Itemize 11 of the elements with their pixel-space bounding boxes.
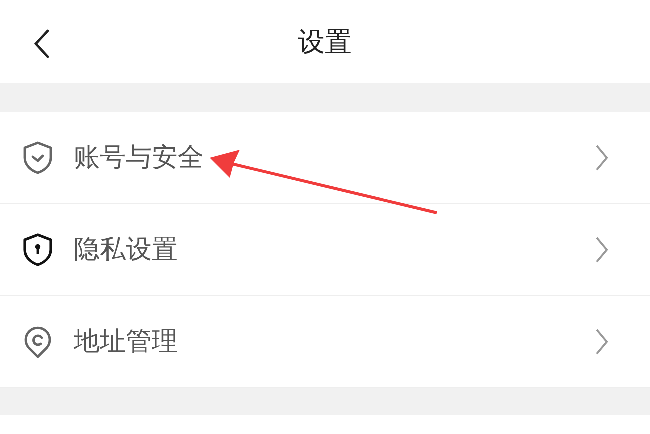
item-label: 地址管理 xyxy=(74,326,179,359)
chevron-right-icon xyxy=(594,234,610,264)
back-icon[interactable] xyxy=(32,28,52,60)
page-title: 设置 xyxy=(298,26,352,60)
shield-check-icon xyxy=(22,140,54,174)
chevron-right-icon xyxy=(594,326,610,356)
chevron-right-icon xyxy=(594,142,610,172)
item-label: 隐私设置 xyxy=(74,234,179,267)
location-pin-icon xyxy=(22,324,54,358)
shield-keyhole-icon xyxy=(22,232,54,266)
item-label: 账号与安全 xyxy=(74,142,205,175)
